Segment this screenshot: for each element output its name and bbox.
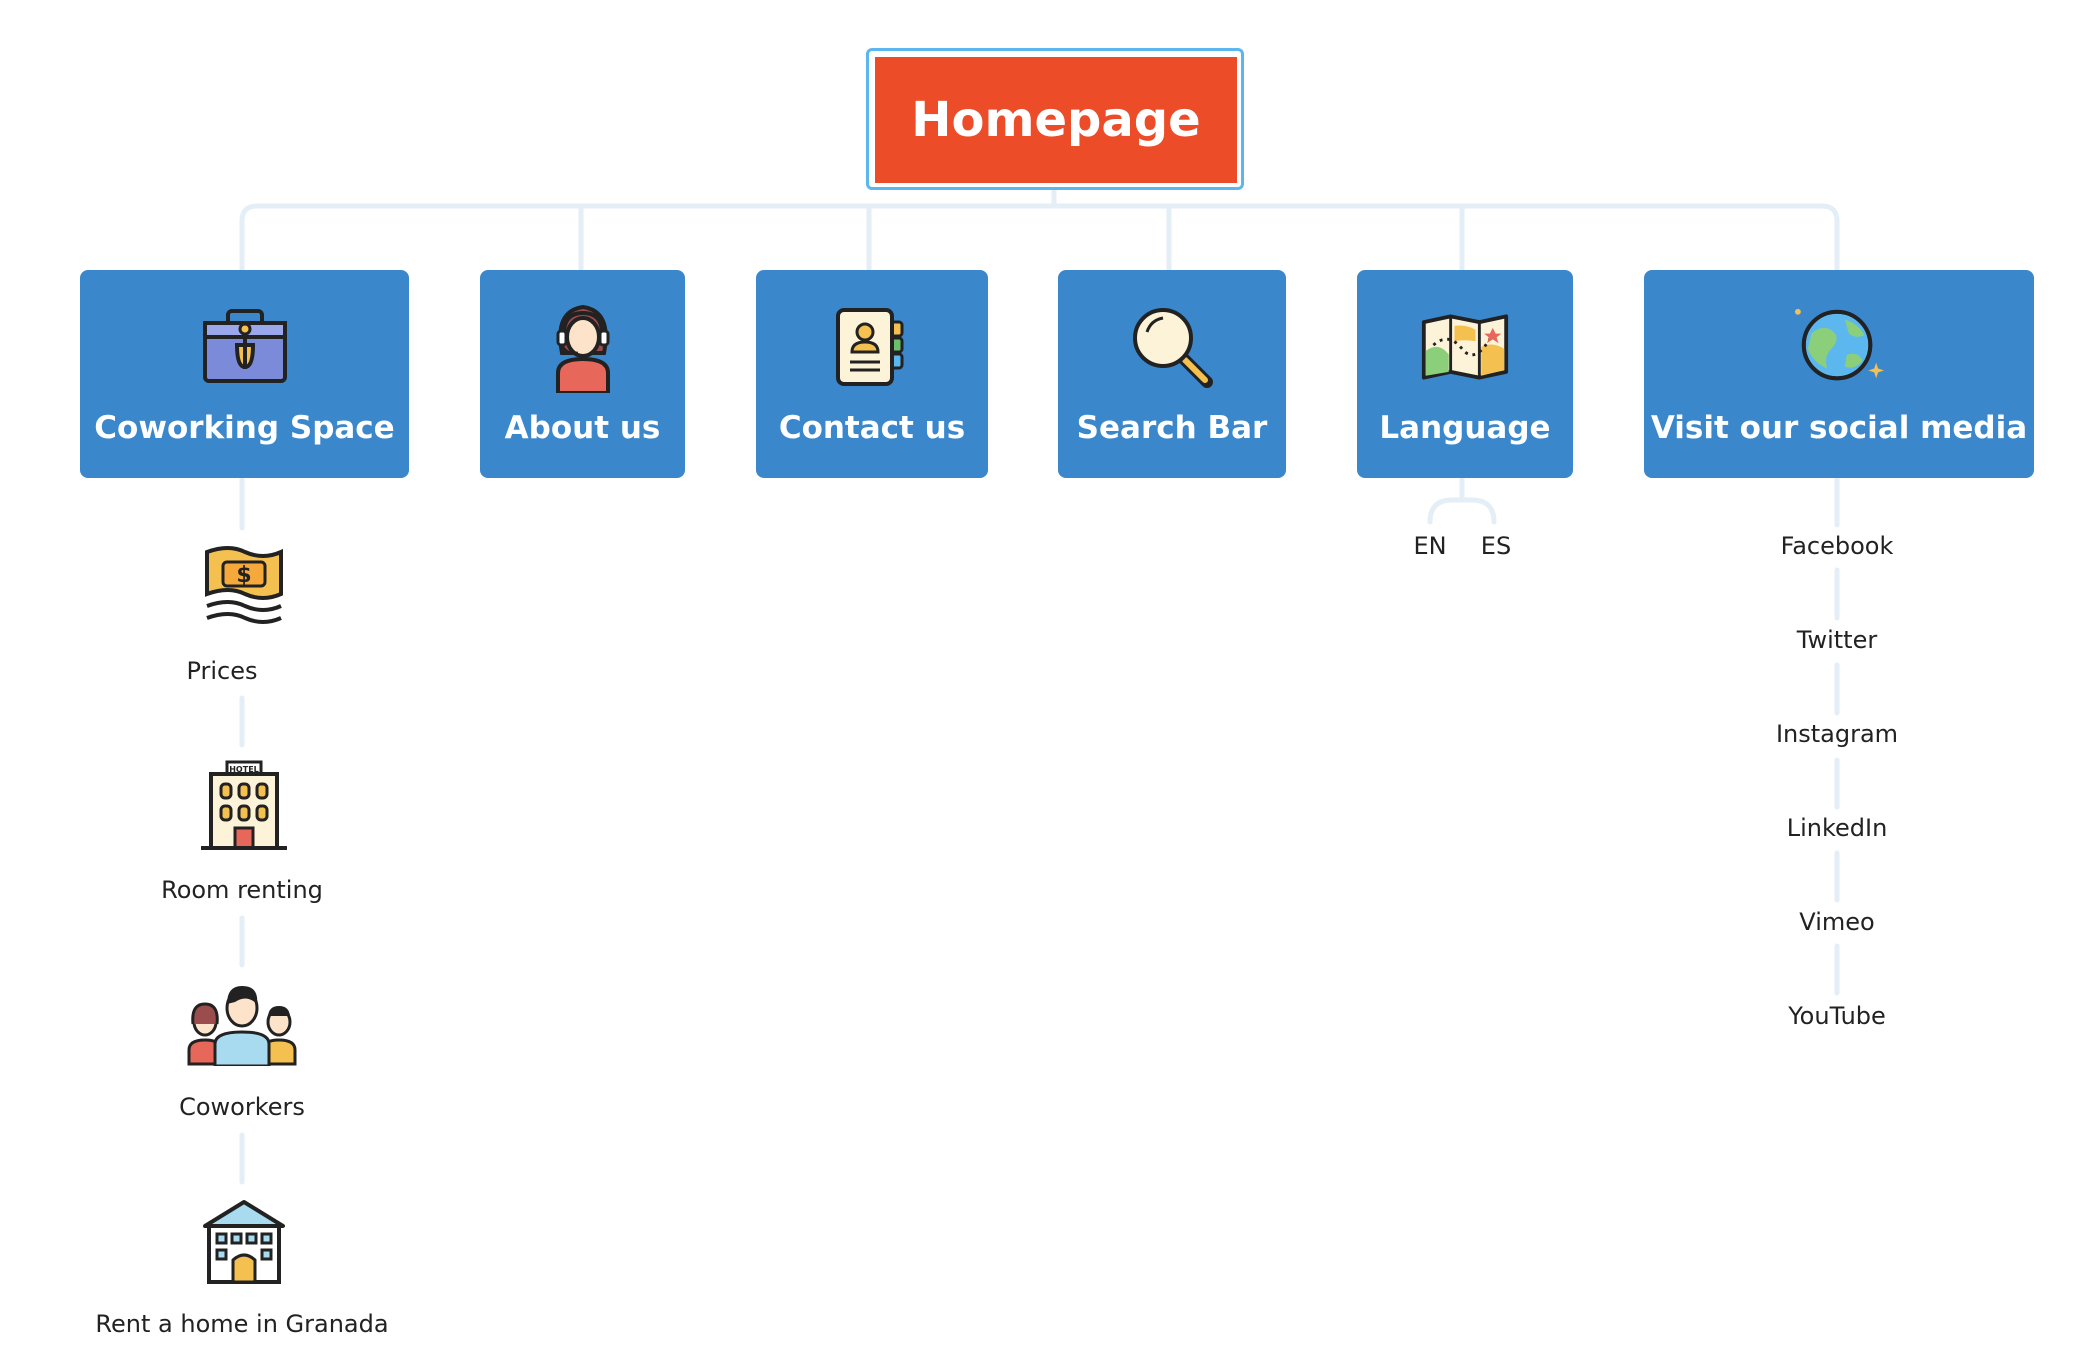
subtopic-coworkers[interactable]: Coworkers [179, 1093, 305, 1121]
contact-card-icon [827, 302, 917, 392]
subtopic-vimeo[interactable]: Vimeo [1799, 908, 1874, 936]
topic-about-us[interactable]: About us [480, 270, 685, 478]
subtopic-room-renting[interactable]: Room renting [161, 876, 323, 904]
hotel-icon: HOTEL [199, 760, 289, 850]
topic-contact-us[interactable]: Contact us [756, 270, 988, 478]
subtopic-twitter[interactable]: Twitter [1797, 626, 1877, 654]
money-icon: $ [199, 544, 289, 634]
globe-icon [1794, 302, 1884, 392]
connector-bus [239, 203, 1840, 273]
topic-label: Language [1379, 410, 1551, 446]
topic-coworking-space[interactable]: Coworking Space [80, 270, 409, 478]
support-agent-icon [538, 302, 628, 393]
people-icon [187, 980, 297, 1070]
homepage-node[interactable]: Homepage [875, 57, 1237, 183]
connector-lang-split [1427, 475, 1497, 525]
topic-search-bar[interactable]: Search Bar [1058, 270, 1286, 478]
subtopic-rent-home[interactable]: Rent a home in Granada [95, 1310, 388, 1338]
connector-lines [239, 187, 1840, 1185]
topic-label: Coworking Space [94, 410, 395, 446]
topic-label: About us [504, 410, 661, 446]
topic-label: Visit our social media [1650, 410, 2028, 446]
svg-text:$: $ [236, 563, 251, 588]
topic-label: Search Bar [1076, 410, 1268, 446]
map-icon [1420, 302, 1510, 392]
magnifier-icon [1127, 302, 1217, 392]
subtopic-linkedin[interactable]: LinkedIn [1787, 814, 1888, 842]
subtopic-facebook[interactable]: Facebook [1781, 532, 1894, 560]
topic-language[interactable]: Language [1357, 270, 1573, 478]
mind-map-canvas: Homepage Coworking Space About us Contac… [0, 0, 2096, 1360]
house-icon [199, 1198, 289, 1288]
topic-social-media[interactable]: Visit our social media [1644, 270, 2034, 478]
homepage-label: Homepage [911, 92, 1201, 148]
subtopic-language-en[interactable]: EN [1413, 532, 1446, 560]
subtopic-language-es[interactable]: ES [1481, 532, 1511, 560]
briefcase-icon [200, 302, 290, 392]
subtopic-youtube[interactable]: YouTube [1788, 1002, 1886, 1030]
subtopic-instagram[interactable]: Instagram [1776, 720, 1898, 748]
subtopic-prices[interactable]: Prices [186, 657, 257, 685]
topic-label: Contact us [778, 410, 966, 446]
